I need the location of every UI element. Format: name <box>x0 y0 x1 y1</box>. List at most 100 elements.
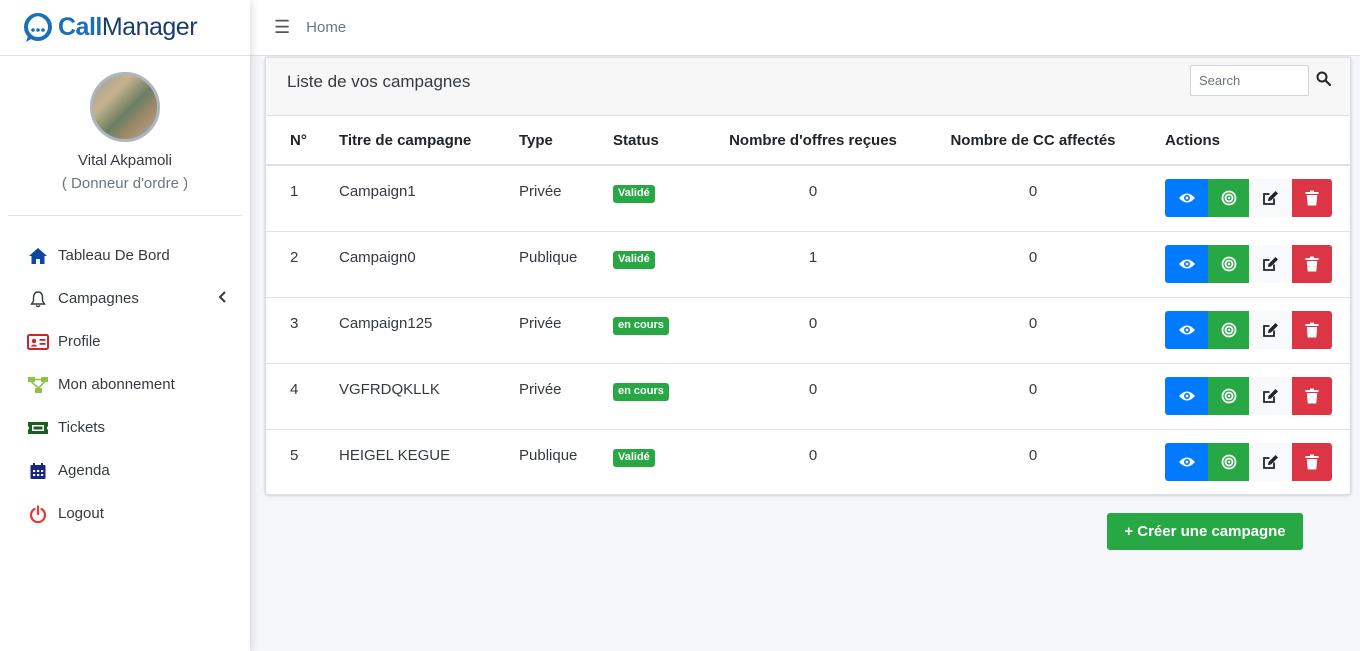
cell-type: Privée <box>519 165 613 232</box>
edit-button[interactable] <box>1249 443 1292 481</box>
search-icon[interactable] <box>1316 71 1332 87</box>
cell-cc: 0 <box>923 165 1143 232</box>
cell-cc: 0 <box>923 363 1143 430</box>
cell-type: Publique <box>519 231 613 298</box>
trash-icon <box>1305 454 1319 470</box>
topbar: ☰ Home <box>250 0 1360 56</box>
cell-title: VGFRDQKLLK <box>339 363 519 430</box>
cell-cc: 0 <box>1028 447 1038 464</box>
cell-offers: 1 <box>703 231 923 298</box>
cell-offers: 0 <box>808 447 818 464</box>
power-icon <box>27 504 49 524</box>
cell-number: 1 <box>266 165 339 232</box>
col-header-offers: Nombre d'offres reçues <box>703 116 923 166</box>
sidebar-item-logout[interactable]: Logout <box>0 492 250 535</box>
sidebar-item-label: Mon abonnement <box>58 376 175 393</box>
cell-actions <box>1143 165 1350 232</box>
assign-button[interactable] <box>1208 311 1249 349</box>
cell-actions <box>1143 430 1350 496</box>
sidebar-item-label: Agenda <box>58 462 110 479</box>
col-header-status: Status <box>613 116 703 166</box>
sidebar-item-label: Tableau De Bord <box>58 247 170 264</box>
cell-title: Campaign125 <box>339 297 519 364</box>
col-header-title: Titre de campagne <box>339 116 519 166</box>
card-header: Liste de vos campagnes <box>266 58 1350 116</box>
cell-offers: 0 <box>703 363 923 430</box>
sidebar: CallManager Vital Akpamoli ( Donneur d'o… <box>0 0 250 651</box>
cell-actions <box>1143 231 1350 298</box>
view-button[interactable] <box>1165 245 1208 283</box>
table-header-row: N° Titre de campagne Type Status Nombre … <box>266 116 1350 166</box>
ticket-icon <box>27 418 49 438</box>
edit-button[interactable] <box>1249 179 1292 217</box>
assign-button[interactable] <box>1208 443 1249 481</box>
hamburger-menu-icon[interactable]: ☰ <box>274 17 290 38</box>
assign-button[interactable] <box>1208 245 1249 283</box>
cell-number: 2 <box>266 231 339 298</box>
brand[interactable]: CallManager <box>0 0 250 56</box>
assign-button[interactable] <box>1208 377 1249 415</box>
cell-status: Validé <box>613 430 703 496</box>
sidebar-item-tableau-de-bord[interactable]: Tableau De Bord <box>0 234 250 277</box>
edit-button[interactable] <box>1249 311 1292 349</box>
cell-cc: 0 <box>923 297 1143 364</box>
cell-status: Validé <box>613 231 703 298</box>
sidebar-nav: Tableau De Bord Campagnes Profile Mon ab… <box>0 234 250 535</box>
col-header-number: N° <box>266 116 339 166</box>
action-buttons <box>1143 443 1350 481</box>
view-button[interactable] <box>1165 179 1208 217</box>
delete-button[interactable] <box>1292 179 1332 217</box>
status-badge: en cours <box>613 317 669 335</box>
eye-icon <box>1178 193 1195 203</box>
sidebar-item-label: Tickets <box>58 419 105 436</box>
delete-button[interactable] <box>1292 443 1332 481</box>
edit-button[interactable] <box>1249 245 1292 283</box>
view-button[interactable] <box>1165 377 1208 415</box>
table-row: 4 VGFRDQKLLK Privée en cours 0 0 <box>266 363 1350 430</box>
trash-icon <box>1305 388 1319 404</box>
cell-title: Campaign1 <box>339 165 519 232</box>
view-button[interactable] <box>1165 443 1208 481</box>
sidebar-item-profile[interactable]: Profile <box>0 320 250 363</box>
id-card-icon <box>27 332 49 352</box>
edit-icon <box>1263 323 1278 337</box>
bullseye-icon <box>1221 454 1236 470</box>
campaigns-card: Liste de vos campagnes N° Titre de campa… <box>265 57 1351 495</box>
cell-offers: 0 <box>703 297 923 364</box>
cell-offers: 0 <box>703 165 923 232</box>
sidebar-item-label: Logout <box>58 505 104 522</box>
sidebar-item-campagnes[interactable]: Campagnes <box>0 277 250 320</box>
eye-icon <box>1178 457 1195 467</box>
table-row: 3 Campaign125 Privée en cours 0 0 <box>266 297 1350 364</box>
trash-icon <box>1305 322 1319 338</box>
brand-name: CallManager <box>58 13 198 41</box>
delete-button[interactable] <box>1292 311 1332 349</box>
view-button[interactable] <box>1165 311 1208 349</box>
cell-number: 3 <box>266 297 339 364</box>
cell-status: Validé <box>613 165 703 232</box>
action-buttons <box>1143 245 1350 283</box>
status-badge: Validé <box>613 185 655 203</box>
cell-status: en cours <box>613 297 703 364</box>
avatar[interactable] <box>90 72 160 142</box>
trash-icon <box>1305 190 1319 206</box>
campaigns-table: N° Titre de campagne Type Status Nombre … <box>266 116 1350 495</box>
cell-number: 5 <box>290 447 299 464</box>
delete-button[interactable] <box>1292 245 1332 283</box>
bell-icon <box>27 289 49 309</box>
bullseye-icon <box>1221 322 1236 338</box>
table-row: 5 HEIGEL KEGUE Publique Validé 0 0 <box>266 430 1350 496</box>
home-link[interactable]: Home <box>306 19 346 36</box>
assign-button[interactable] <box>1208 179 1249 217</box>
sidebar-item-tickets[interactable]: Tickets <box>0 406 250 449</box>
eye-icon <box>1178 391 1195 401</box>
edit-button[interactable] <box>1249 377 1292 415</box>
delete-button[interactable] <box>1292 377 1332 415</box>
sidebar-item-mon-abonnement[interactable]: Mon abonnement <box>0 363 250 406</box>
edit-icon <box>1263 455 1278 469</box>
sidebar-item-agenda[interactable]: Agenda <box>0 449 250 492</box>
col-header-actions: Actions <box>1143 116 1350 166</box>
bullseye-icon <box>1221 190 1236 206</box>
create-campaign-button[interactable]: + Créer une campagne <box>1107 513 1303 550</box>
search-input[interactable] <box>1190 65 1309 96</box>
